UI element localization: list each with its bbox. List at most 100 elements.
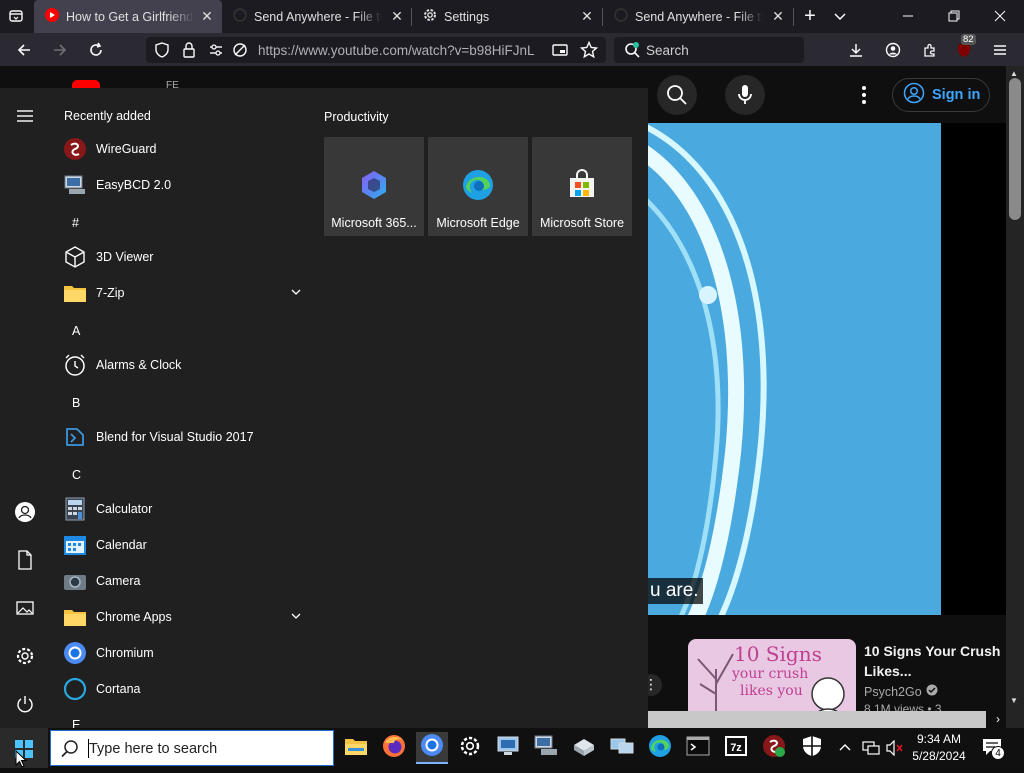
chevron-down-icon[interactable] — [290, 610, 302, 625]
back-icon[interactable] — [12, 38, 36, 62]
tab-settings[interactable]: Settings ✕ — [412, 0, 602, 33]
new-tab-icon[interactable]: + — [798, 4, 822, 28]
chevron-down-icon[interactable] — [828, 4, 852, 28]
app-wireguard[interactable]: WireGuard — [62, 132, 302, 166]
app-calculator[interactable]: Calculator — [62, 492, 302, 526]
hamburger-menu-icon[interactable] — [988, 38, 1012, 62]
downloads-icon[interactable] — [844, 38, 868, 62]
shield-icon — [801, 735, 823, 762]
taskbar-easybcd[interactable] — [530, 732, 562, 764]
section-header-a[interactable]: A — [72, 324, 80, 338]
network-icon[interactable] — [862, 740, 880, 761]
bookmark-star-icon[interactable] — [579, 40, 599, 64]
microphone-icon[interactable] — [725, 75, 765, 115]
taskbar-app-monitor[interactable] — [492, 732, 524, 764]
ublock-icon[interactable]: 82 — [952, 34, 976, 62]
scrollbar-thumb[interactable] — [1009, 78, 1021, 220]
chevron-down-icon[interactable] — [290, 286, 302, 301]
taskbar-7zip[interactable]: 7z — [720, 732, 752, 764]
youtube-icon — [44, 7, 60, 26]
close-tab-icon[interactable]: ✕ — [390, 9, 404, 23]
scroll-right-icon[interactable]: › — [990, 712, 1006, 728]
tile-microsoft-store[interactable]: Microsoft Store — [532, 137, 632, 236]
picture-in-picture-icon[interactable] — [552, 42, 568, 63]
pictures-icon[interactable] — [13, 596, 37, 620]
horizontal-scrollbar[interactable] — [648, 711, 986, 728]
tab-send-anywhere-2[interactable]: Send Anywhere - File tran ✕ — [603, 0, 793, 33]
settings-gear-icon[interactable] — [13, 644, 37, 668]
vertical-scrollbar[interactable]: ▲ ▼ — [1006, 66, 1024, 728]
tab-youtube[interactable]: How to Get a Girlfriend in ✕ — [34, 0, 222, 33]
taskbar-file-explorer[interactable] — [340, 732, 372, 764]
app-cortana[interactable]: Cortana — [62, 672, 302, 706]
taskbar-edge[interactable] — [644, 732, 676, 764]
close-tab-icon[interactable]: ✕ — [580, 9, 594, 23]
scroll-up-icon[interactable]: ▲ — [1010, 69, 1018, 78]
tray-chevron-up-icon[interactable] — [838, 740, 852, 759]
start-button[interactable] — [0, 728, 48, 768]
lock-icon[interactable] — [182, 42, 196, 63]
taskbar-security[interactable] — [796, 732, 828, 764]
account-icon[interactable] — [881, 38, 905, 62]
close-tab-icon[interactable]: ✕ — [771, 9, 785, 23]
permissions-icon[interactable] — [208, 42, 224, 63]
search-icon[interactable] — [657, 75, 697, 115]
tab-title: How to Get a Girlfriend in — [66, 9, 194, 24]
user-account-icon[interactable] — [13, 500, 37, 524]
taskbar-settings[interactable] — [454, 732, 486, 764]
app-7zip[interactable]: 7-Zip — [62, 276, 302, 310]
user-circle-icon — [903, 82, 925, 108]
video-player[interactable] — [648, 123, 941, 615]
reload-icon[interactable] — [84, 38, 108, 62]
section-header-b[interactable]: B — [72, 396, 80, 410]
taskbar-search-box[interactable]: Type here to search — [50, 730, 334, 766]
sign-in-button[interactable]: Sign in — [892, 78, 990, 112]
section-header-c[interactable]: C — [72, 468, 81, 482]
close-tab-icon[interactable]: ✕ — [200, 9, 214, 23]
volume-muted-icon[interactable] — [886, 739, 904, 761]
extensions-icon[interactable] — [918, 38, 942, 62]
tile-microsoft-edge[interactable]: Microsoft Edge — [428, 137, 528, 236]
power-icon[interactable] — [13, 692, 37, 716]
productivity-header: Productivity — [324, 110, 389, 124]
shield-icon[interactable] — [154, 42, 170, 63]
calculator-icon — [62, 496, 88, 522]
app-calendar[interactable]: Calendar — [62, 528, 302, 562]
taskbar-wireguard[interactable] — [758, 732, 790, 764]
app-alarms-clock[interactable]: Alarms & Clock — [62, 348, 302, 382]
taskbar-app-network[interactable] — [606, 732, 638, 764]
recommended-video-title[interactable]: 10 Signs Your Crush Likes... — [864, 641, 1004, 681]
app-blend[interactable]: Blend for Visual Studio 2017 — [62, 420, 302, 454]
url-bar[interactable]: https://www.youtube.com/watch?v=b98HiFJn… — [146, 37, 606, 63]
camera-icon — [62, 568, 88, 594]
web-search-box[interactable]: Search — [614, 37, 804, 63]
tracking-protection-icon[interactable] — [232, 42, 248, 63]
taskbar-chromium[interactable] — [416, 732, 448, 764]
more-options-icon[interactable] — [856, 84, 872, 106]
app-easybcd[interactable]: EasyBCD 2.0 — [62, 168, 302, 202]
tile-microsoft-365[interactable]: Microsoft 365... — [324, 137, 424, 236]
forward-icon[interactable] — [48, 38, 72, 62]
minimize-icon[interactable] — [896, 4, 920, 28]
app-3d-viewer[interactable]: 3D Viewer — [62, 240, 302, 274]
section-header-hash[interactable]: # — [72, 216, 79, 230]
section-header-e[interactable]: E — [72, 718, 80, 728]
tab-send-anywhere[interactable]: Send Anywhere - File tran ✕ — [222, 0, 412, 33]
documents-icon[interactable] — [13, 548, 37, 572]
recommended-video-channel[interactable]: Psych2Go — [864, 684, 938, 699]
tab-list-icon[interactable] — [4, 4, 28, 28]
url-text[interactable]: https://www.youtube.com/watch?v=b98HiFJn… — [258, 43, 546, 58]
scroll-down-icon[interactable]: ▼ — [1010, 696, 1018, 705]
restore-icon[interactable] — [942, 4, 966, 28]
taskbar-clock[interactable]: 9:34 AM 5/28/2024 — [908, 731, 970, 765]
app-chromium[interactable]: Chromium — [62, 636, 302, 670]
taskbar-terminal[interactable] — [682, 732, 714, 764]
app-camera[interactable]: Camera — [62, 564, 302, 598]
taskbar-app-drive[interactable] — [568, 732, 600, 764]
taskbar-firefox[interactable] — [378, 732, 410, 764]
notification-center-icon[interactable]: 4 — [982, 738, 1005, 761]
app-chrome-apps[interactable]: Chrome Apps — [62, 600, 302, 634]
close-window-icon[interactable] — [988, 4, 1012, 28]
expand-menu-icon[interactable] — [13, 104, 37, 128]
extension-badge: 82 — [961, 34, 976, 45]
